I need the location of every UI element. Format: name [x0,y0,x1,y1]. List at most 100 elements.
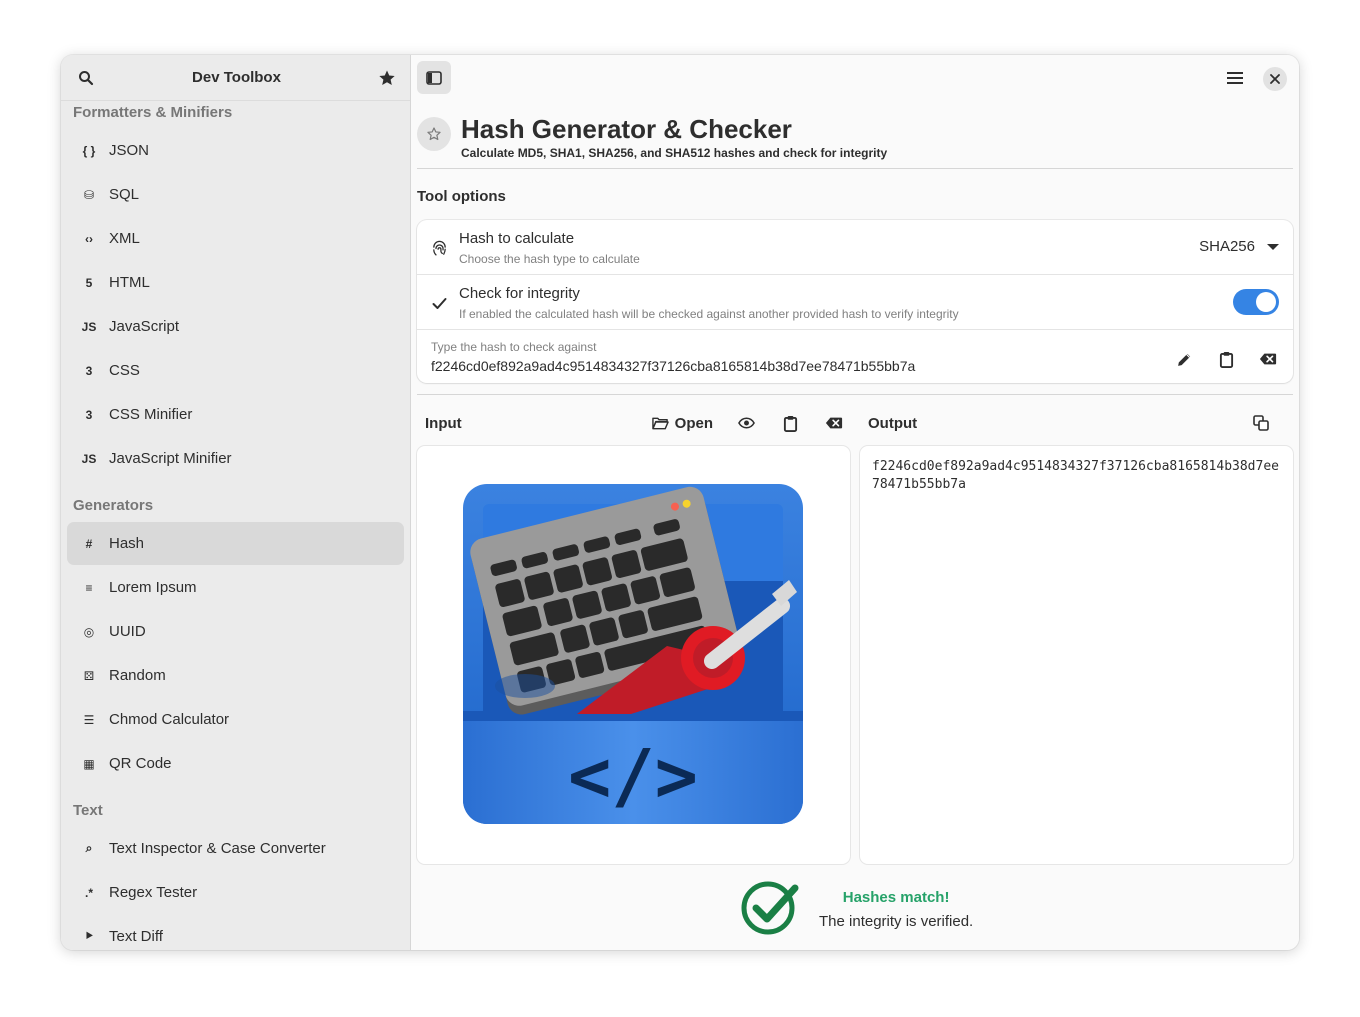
sidebar-item-uuid[interactable]: ◎ UUID [67,610,404,653]
hash-type-value: SHA256 [1199,238,1255,255]
output-hash-text: f2246cd0ef892a9ad4c9514834327f37126cba81… [872,459,1279,492]
sidebar-item-label: UUID [109,623,146,640]
clear-icon[interactable] [1257,348,1279,370]
css3-icon: 3 [85,407,93,422]
input-header: Input Open [425,411,845,435]
document-text-icon: ≡ [85,580,93,595]
sidebar-item-lorem-ipsum[interactable]: ≡ Lorem Ipsum [67,566,404,609]
sidebar-item-css-minifier[interactable]: 3 CSS Minifier [67,393,404,436]
sidebar-item-html[interactable]: 5 HTML [67,261,404,304]
page-title: Hash Generator & Checker [461,114,792,144]
star-filled-icon[interactable] [376,67,398,89]
sidebar-item-text-inspector-case-converter[interactable]: ⌕ Text Inspector & Case Converter [67,827,404,870]
search-icon[interactable] [75,67,97,89]
sidebar-section-title: Text [73,802,103,819]
integrity-title: Check for integrity [459,285,580,302]
eye-icon[interactable] [735,412,757,434]
sidebar-item-label: JavaScript Minifier [109,450,232,467]
js-icon: JS [81,451,97,466]
sidebar-item-qr-code[interactable]: ▦ QR Code [67,742,404,785]
sidebar-item-label: CSS [109,362,140,379]
regex-icon: .* [84,885,93,900]
divider [417,168,1293,169]
qr-code-icon: ▦ [83,756,95,771]
hash-type-dropdown[interactable]: SHA256 [1199,238,1279,255]
hamburger-menu-icon[interactable] [1224,67,1246,89]
sidebar-item-label: Text Inspector & Case Converter [109,840,326,857]
sidebar-item-text-diff[interactable]: ⯈ Text Diff [67,915,404,950]
dice-icon: ⚄ [83,668,95,683]
sidebar-item-sql[interactable]: ⛁ SQL [67,173,404,216]
hash-type-title: Hash to calculate [459,230,575,247]
output-header: Output [868,411,1272,435]
sidebar-item-random[interactable]: ⚄ Random [67,654,404,697]
sidebar-item-label: JavaScript [109,318,180,335]
integrity-toggle[interactable] [1233,289,1279,315]
copy-icon[interactable] [1250,412,1272,434]
sidebar-item-label: Regex Tester [109,884,198,901]
success-check-icon [741,878,799,941]
sidebar-item-javascript-minifier[interactable]: JS JavaScript Minifier [67,437,404,480]
hash-type-row[interactable]: Hash to calculate Choose the hash type t… [417,220,1293,275]
sidebar-item-chmod-calculator[interactable]: ☰ Chmod Calculator [67,698,404,741]
svg-text:</>: </> [568,734,698,818]
integrity-row: Check for integrity If enabled the calcu… [417,275,1293,330]
app-window: Dev Toolbox Formatters & Minifiers { } JSO… [61,55,1299,950]
text-inspect-icon: ⌕ [85,841,93,855]
pencil-icon[interactable] [1173,348,1195,370]
output-area[interactable]: f2246cd0ef892a9ad4c9514834327f37126cba81… [860,446,1293,864]
html5-icon: 5 [85,275,93,290]
sidebar-title: Dev Toolbox [192,69,281,86]
page-subtitle: Calculate MD5, SHA1, SHA256, and SHA512 … [461,146,888,160]
sidebar-item-css[interactable]: 3 CSS [67,349,404,392]
sidebar-item-label: XML [109,230,140,247]
js-icon: JS [81,319,97,334]
favorite-button[interactable] [417,117,451,151]
fingerprint-icon [430,239,448,257]
tool-options-card: Hash to calculate Choose the hash type t… [417,220,1293,383]
integrity-subtitle: If enabled the calculated hash will be c… [459,307,959,321]
sidebar-item-label: Text Diff [109,928,163,945]
sidebar-item-json[interactable]: { } JSON [67,129,404,172]
check-hash-label: Type the hash to check against [431,340,597,354]
sidebar-item-xml[interactable]: ‹› XML [67,217,404,260]
diff-icon: ⯈ [84,929,94,943]
sidebar-item-label: Chmod Calculator [109,711,230,728]
divider [417,394,1293,395]
sidebar-item-label: CSS Minifier [109,406,193,423]
open-file-button[interactable]: Open [651,415,713,432]
permissions-icon: ☰ [83,712,95,727]
sidebar-section-title: Formatters & Minifiers [73,104,233,121]
code-brackets-icon: ‹› [85,231,93,246]
sidebar-toggle-button[interactable] [417,61,451,94]
sidebar-item-label: Hash [109,535,145,552]
sidebar-item-label: SQL [109,186,140,203]
sidebar-list: Formatters & Minifiers { } JSON ⛁ SQL ‹› XML 5 H… [61,103,410,950]
sidebar-toggle-icon [426,70,442,85]
clipboard-icon[interactable] [779,412,801,434]
close-icon [1270,74,1280,84]
input-image-area[interactable]: </> [417,446,850,864]
star-outline-icon [427,127,441,141]
toggle-knob [1256,292,1276,312]
close-window-button[interactable] [1263,67,1287,91]
check-hash-input[interactable]: f2246cd0ef892a9ad4c9514834327f37126cba81… [431,358,915,374]
output-label: Output [868,414,918,432]
fingerprint-icon: ◎ [83,624,95,639]
database-icon: ⛁ [83,187,95,202]
sidebar: Dev Toolbox Formatters & Minifiers { } JSO… [61,55,411,950]
sidebar-item-javascript[interactable]: JS JavaScript [67,305,404,348]
folder-open-icon [651,417,669,430]
check-hash-actions [1173,348,1279,370]
check-hash-row: Type the hash to check against f2246cd0e… [417,330,1293,385]
clear-icon[interactable] [823,412,845,434]
sidebar-item-hash[interactable]: # Hash [67,522,404,565]
sidebar-item-regex-tester[interactable]: .* Regex Tester [67,871,404,914]
main-content: Hash Generator & Checker Calculate MD5, … [411,55,1299,950]
sidebar-header: Dev Toolbox [61,55,410,101]
sidebar-item-label: Random [109,667,166,684]
clipboard-icon[interactable] [1215,348,1237,370]
input-actions: Open [651,412,845,434]
input-label: Input [425,414,462,432]
sidebar-section-title: Generators [73,497,154,514]
